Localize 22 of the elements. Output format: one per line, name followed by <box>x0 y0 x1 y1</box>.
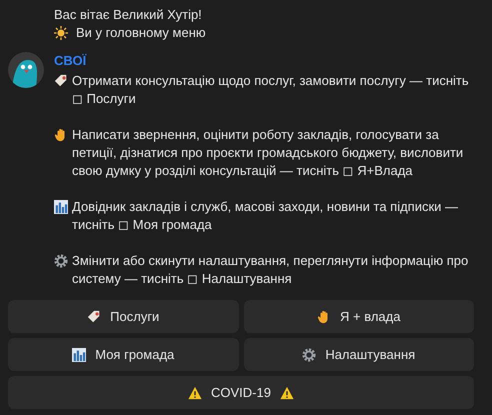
menu-button[interactable]: Я + влада <box>244 300 474 333</box>
bird-avatar <box>8 52 44 88</box>
menu-button[interactable]: Налаштування <box>244 338 474 371</box>
bar-chart-icon <box>54 200 68 214</box>
warning-icon <box>188 386 202 400</box>
tag-icon <box>87 310 102 324</box>
sun-icon <box>54 26 68 40</box>
message-text: Написати звернення, оцінити роботу закладів, голосувати за петиції, дізнатися про проєкти громадського бюджету, висловити свою думку у розділі консультацій — тисніть ◻ Я+Влада <box>72 126 464 180</box>
tag-icon <box>54 74 68 88</box>
menu-button[interactable]: Послуги <box>8 300 238 333</box>
sender-name: СВОЇ <box>54 52 88 70</box>
menu-button[interactable]: COVID-19 <box>8 376 474 409</box>
bar-chart-icon <box>72 348 86 362</box>
gear-icon <box>54 254 68 268</box>
message-text: Довідник закладів і служб, масові заходи, новини та підписки — тисніть ◻ Моя громада <box>72 198 460 234</box>
message-text: Отримати консультацію щодо послуг, замовити послугу — тисніть ◻ Послуги <box>72 72 470 108</box>
greeting-text: Вас вітає Великий Хутір! <box>54 6 202 24</box>
menu-button[interactable]: Моя громада <box>8 338 238 371</box>
gear-icon <box>302 348 316 362</box>
warning-icon <box>280 386 294 400</box>
message-text: Змінити або скинути налаштування, переглянути інформацію про систему — тисніть ◻ Налаштування <box>72 252 470 288</box>
greeting-text: Ви у головному меню <box>76 24 206 42</box>
